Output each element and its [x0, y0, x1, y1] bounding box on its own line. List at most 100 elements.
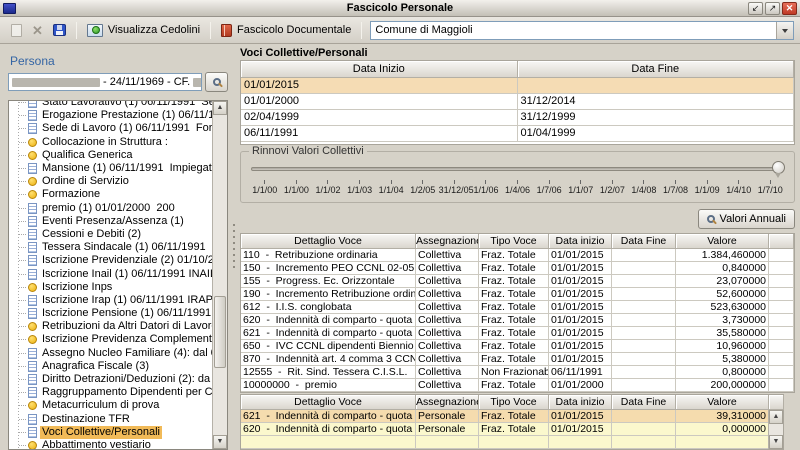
- tree-item[interactable]: Erogazione Prestazione (1) 06/11/1991 Fu…: [14, 109, 212, 122]
- save-button[interactable]: [48, 20, 71, 41]
- tree-item[interactable]: Anagrafica Fiscale (3): [14, 360, 212, 373]
- tree-item[interactable]: Retribuzioni da Altri Datori di Lavoro: [14, 320, 212, 333]
- column-header-valore[interactable]: Valore: [676, 234, 769, 249]
- column-header-assegnazione[interactable]: Assegnazione: [416, 395, 479, 410]
- tree-connector: [19, 287, 26, 288]
- tree-item[interactable]: Collocazione in Struttura :: [14, 136, 212, 149]
- tree-item[interactable]: Raggruppamento Dipendenti per Contabiliz…: [14, 386, 212, 399]
- table-row[interactable]: 620 - Indennità di comparto - quota bila…: [241, 423, 783, 436]
- persona-search-button[interactable]: [205, 72, 228, 92]
- table-row[interactable]: 12555 - Rit. Sind. Tessera C.I.S.L. Coll…: [241, 366, 794, 379]
- tree-item[interactable]: Iscrizione Inps: [14, 281, 212, 294]
- tree-item[interactable]: Qualifica Generica: [14, 149, 212, 162]
- column-header-valore[interactable]: Valore: [676, 395, 769, 410]
- column-header-tipo-voce[interactable]: Tipo Voce: [479, 234, 549, 249]
- table-row[interactable]: 650 - IVC CCNL dipendenti Biennio 2010-2…: [241, 340, 794, 353]
- slider-thumb[interactable]: [772, 161, 785, 178]
- column-header-data-fine[interactable]: Data Fine: [612, 395, 676, 410]
- combobox-dropdown-button[interactable]: [776, 22, 793, 39]
- close-button[interactable]: ✕: [782, 2, 797, 15]
- scroll-up-button[interactable]: ▲: [213, 101, 227, 115]
- rinnovi-slider[interactable]: [249, 161, 786, 178]
- tree-connector: [19, 300, 26, 301]
- tree-item[interactable]: Iscrizione Previdenziale (2) 01/10/2015 …: [14, 254, 212, 267]
- document-icon: [28, 387, 37, 398]
- column-header-dettaglio-voce[interactable]: Dettaglio Voce: [241, 395, 416, 410]
- tree-item[interactable]: Cessioni e Debiti (2): [14, 228, 212, 241]
- tree-scrollbar[interactable]: ▲ ▼: [212, 101, 227, 449]
- restore-down-button[interactable]: ↙: [748, 2, 763, 15]
- cell-valore: 52,600000: [676, 288, 769, 301]
- tree-item[interactable]: Voci Collettive/Personali: [14, 426, 212, 439]
- tree-item[interactable]: Ordine di Servizio: [14, 175, 212, 188]
- tree-item[interactable]: Iscrizione Irap (1) 06/11/1991 IRAP - Im…: [14, 294, 212, 307]
- tree-item[interactable]: Abbattimento vestiario: [14, 439, 212, 449]
- tree-item[interactable]: Iscrizione Inail (1) 06/11/1991 INAIL - …: [14, 267, 212, 280]
- table-row[interactable]: 10000000 - premio Collettiva Fraz. Total…: [241, 379, 794, 392]
- tree-item[interactable]: Assegno Nucleo Familiare (4): dal 01/07/…: [14, 347, 212, 360]
- bullet-icon: [28, 151, 37, 160]
- tree-item[interactable]: Iscrizione Previdenza Complementare: [14, 333, 212, 346]
- delete-button[interactable]: ✕: [27, 20, 48, 41]
- tree-item[interactable]: Diritto Detrazioni/Deduzioni (2): da 1/2…: [14, 373, 212, 386]
- cell-assegnazione: Collettiva: [416, 366, 479, 379]
- period-row[interactable]: 02/04/1999 31/12/1999: [241, 110, 794, 126]
- slider-tick-label: 1/1/06: [470, 180, 502, 195]
- table-row[interactable]: 620 - Indennità di comparto - quota bila…: [241, 314, 794, 327]
- table-row[interactable]: 621 - Indennità di comparto - quota Fond…: [241, 410, 783, 423]
- tree-item-label: Erogazione Prestazione (1) 06/11/1991 Fu…: [40, 109, 212, 122]
- tree-item[interactable]: Sede di Lavoro (1) 06/11/1991 Fores: [14, 122, 212, 135]
- column-header-dettaglio-voce[interactable]: Dettaglio Voce: [241, 234, 416, 249]
- column-header-filler: [769, 395, 784, 410]
- column-header-data-inizio[interactable]: Data inizio: [549, 395, 612, 410]
- scrollbar-thumb[interactable]: [214, 296, 226, 368]
- period-data-inizio: 01/01/2015: [241, 78, 518, 94]
- persona-input[interactable]: - 24/11/1969 - CF.: [8, 73, 202, 91]
- new-button[interactable]: [6, 20, 27, 41]
- maximize-button[interactable]: ↗: [765, 2, 780, 15]
- slider-track[interactable]: [251, 167, 784, 171]
- period-row[interactable]: 01/01/2000 31/12/2014: [241, 94, 794, 110]
- tree-item[interactable]: premio (1) 01/01/2000 200: [14, 202, 212, 215]
- cell-data-inizio: 01/01/2015: [549, 288, 612, 301]
- table-row[interactable]: 870 - Indennità art. 4 comma 3 CCNL 16-7…: [241, 353, 794, 366]
- table-row[interactable]: 150 - Incremento PEO CCNL 02-05 Colletti…: [241, 262, 794, 275]
- cell-tipo-voce: Fraz. Totale: [479, 410, 549, 423]
- cell-dettaglio-voce: 150 - Incremento PEO CCNL 02-05: [241, 262, 416, 275]
- table-row[interactable]: 612 - I.I.S. conglobata Collettiva Fraz.…: [241, 301, 794, 314]
- document-icon: [28, 123, 37, 134]
- tree-item[interactable]: Destinazione TFR: [14, 413, 212, 426]
- valori-annuali-button[interactable]: Valori Annuali: [698, 209, 795, 229]
- main-toolbar: ✕ Visualizza Cedolini Fascicolo Document…: [0, 17, 800, 44]
- tree-item[interactable]: Metacurriculum di prova: [14, 399, 212, 412]
- cell-data-inizio: 01/01/2015: [549, 353, 612, 366]
- ente-combobox[interactable]: Comune di Maggioli: [370, 21, 794, 40]
- table-row[interactable]: 621 - Indennità di comparto - quota Fond…: [241, 327, 794, 340]
- panel-splitter[interactable]: [230, 44, 238, 450]
- period-row[interactable]: 06/11/1991 01/04/1999: [241, 126, 794, 142]
- column-header-data-fine[interactable]: Data Fine: [518, 61, 795, 78]
- table-row[interactable]: 110 - Retribuzione ordinaria Collettiva …: [241, 249, 794, 262]
- scroll-up-button[interactable]: ▲: [769, 410, 783, 424]
- visualizza-cedolini-button[interactable]: Visualizza Cedolini: [82, 20, 205, 41]
- tree-item[interactable]: Formazione: [14, 188, 212, 201]
- column-header-assegnazione[interactable]: Assegnazione: [416, 234, 479, 249]
- fascicolo-documentale-button[interactable]: Fascicolo Documentale: [216, 20, 356, 41]
- column-header-data-inizio[interactable]: Data Inizio: [241, 61, 518, 78]
- period-row[interactable]: 01/01/2015: [241, 78, 794, 94]
- valori-annuali-label: Valori Annuali: [720, 213, 786, 225]
- tree-item[interactable]: Mansione (1) 06/11/1991 Impiegato: [14, 162, 212, 175]
- tree-item[interactable]: Stato Lavorativo (1) 06/11/1991 Servizio…: [14, 100, 212, 109]
- tree-item[interactable]: Eventi Presenza/Assenza (1): [14, 215, 212, 228]
- column-header-data-fine[interactable]: Data Fine: [612, 234, 676, 249]
- personali-scrollbar[interactable]: ▲ ▼: [768, 410, 783, 449]
- tree-item[interactable]: Tessera Sindacale (1) 06/11/1991 CISL: [14, 241, 212, 254]
- table-row[interactable]: 155 - Progress. Ec. Orizzontale Colletti…: [241, 275, 794, 288]
- tree-item[interactable]: Iscrizione Pensione (1) 06/11/1991 CPDEL…: [14, 307, 212, 320]
- column-header-data-inizio[interactable]: Data inizio: [549, 234, 612, 249]
- toolbar-separator: [361, 22, 362, 39]
- scroll-down-button[interactable]: ▼: [769, 435, 783, 449]
- scroll-down-button[interactable]: ▼: [213, 435, 227, 449]
- table-row[interactable]: 190 - Incremento Retribuzione ordinaria …: [241, 288, 794, 301]
- column-header-tipo-voce[interactable]: Tipo Voce: [479, 395, 549, 410]
